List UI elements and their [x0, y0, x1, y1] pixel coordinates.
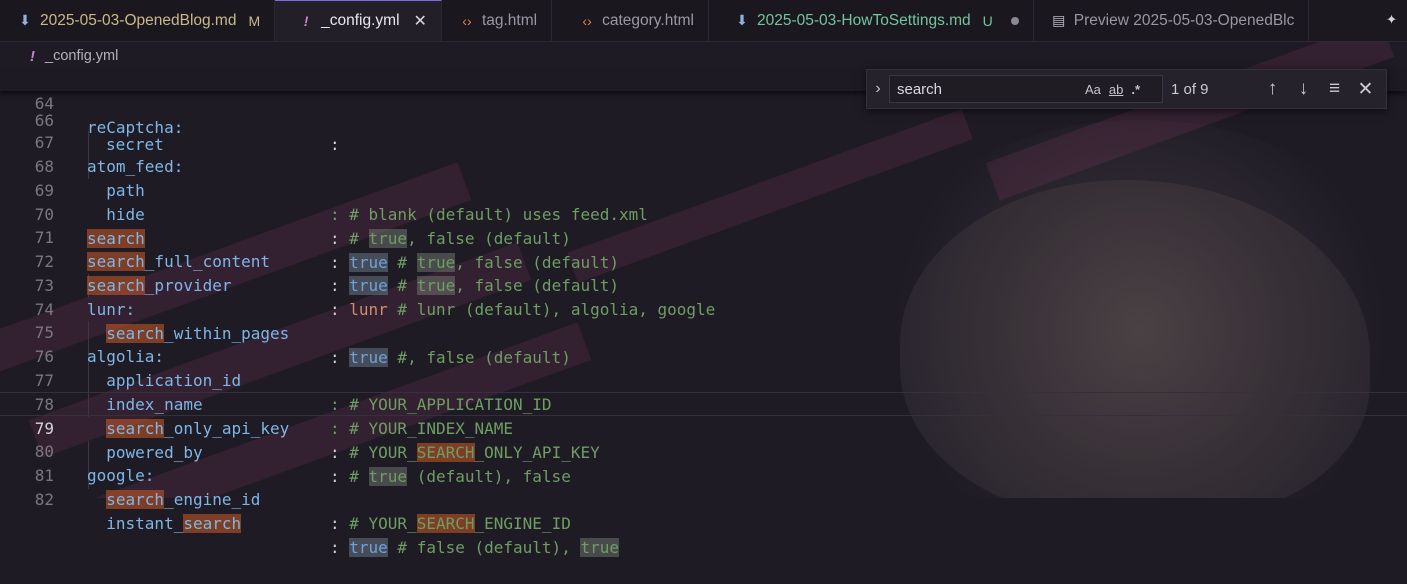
code-line-79[interactable]: 79 powered_by : # true (default), false — [0, 392, 1407, 486]
tab-preview[interactable]: ▤ Preview 2025-05-03-OpenedBlc — [1033, 0, 1310, 41]
tab-category-html[interactable]: ‹› category.html — [552, 0, 709, 41]
whole-word-toggle[interactable]: ab — [1109, 82, 1123, 97]
find-in-selection-icon[interactable]: ≡ — [1319, 78, 1350, 100]
code-line-70[interactable]: 70 search : true # true, false (default) — [0, 179, 1407, 272]
code-line-72[interactable]: 72 search_provider : lunr # lunr (defaul… — [0, 226, 1407, 319]
code-line-74[interactable]: 74 search_within_pages : true #, false (… — [0, 274, 1407, 367]
editor-tab-bar: ⬇ 2025-05-03-OpenedBlog.md M ! _config.y… — [0, 0, 1407, 42]
breadcrumb-file[interactable]: _config.yml — [45, 48, 118, 64]
untracked-badge: U — [982, 12, 993, 29]
close-icon[interactable]: ✕ — [414, 11, 427, 31]
preview-icon: ▤ — [1052, 12, 1066, 28]
line-number: 64 — [34, 94, 54, 113]
chevron-right-icon[interactable]: › — [867, 80, 889, 98]
tab-label: category.html — [602, 11, 694, 29]
tab-tag-html[interactable]: ‹› tag.html — [441, 0, 553, 41]
code-line-71[interactable]: 71 search_full_content : true # true, fa… — [0, 202, 1407, 295]
find-input[interactable] — [897, 80, 1077, 98]
find-widget: › Aa ab .* 1 of 9 ↑ ↓ ≡ ✕ — [866, 69, 1387, 109]
code-line-73[interactable]: 73 lunr: — [0, 250, 1407, 319]
regex-toggle[interactable]: .* — [1131, 82, 1140, 97]
html-icon: ‹› — [582, 12, 592, 29]
tab-opened-blog-md[interactable]: ⬇ 2025-05-03-OpenedBlog.md M — [0, 0, 276, 41]
arrow-up-icon[interactable]: ↑ — [1257, 78, 1288, 100]
breadcrumb: ! _config.yml — [0, 41, 1407, 71]
code-line-78[interactable]: 78 search_only_api_key : # YOUR_SEARCH_O… — [0, 369, 1407, 462]
tab-label: tag.html — [481, 11, 538, 29]
code-line-77[interactable]: 77 index_name : # YOUR_INDEX_NAME — [0, 345, 1407, 438]
code-line-75[interactable]: 75 algolia: — [0, 297, 1407, 366]
tab-label: 2025-05-03-OpenedBlog.md — [40, 11, 237, 29]
code-line-69[interactable]: 69 hide : # true, false (default) — [0, 155, 1407, 248]
html-icon: ‹› — [462, 12, 472, 29]
tab-config-yml[interactable]: ! _config.yml ✕ — [275, 0, 442, 41]
code-line-67[interactable]: 67 atom_feed: — [0, 107, 1407, 176]
code-line-68[interactable]: 68 path : # blank (default) uses feed.xm… — [0, 131, 1407, 224]
modified-badge: M — [248, 12, 261, 29]
close-icon[interactable]: ✕ — [1350, 78, 1381, 101]
arrow-down-icon[interactable]: ↓ — [1288, 78, 1319, 100]
markdown-download-icon: ⬇ — [736, 12, 748, 28]
code-line-80[interactable]: 80 google: — [0, 416, 1407, 485]
code-line-82[interactable]: 82 instant_search : true # false (defaul… — [0, 464, 1407, 557]
code-editor[interactable]: 64 reCaptcha: 66 secret: 67 atom_feed: 6… — [0, 71, 1407, 557]
yaml-icon: ! — [303, 13, 309, 29]
code-line: reCaptcha: — [87, 118, 184, 137]
yaml-icon: ! — [30, 47, 35, 65]
code-line-81[interactable]: 81 search_engine_id : # YOUR_SEARCH_ENGI… — [0, 440, 1407, 533]
markdown-download-icon: ⬇ — [19, 12, 31, 28]
code-line-76[interactable]: 76 application_id : # YOUR_APPLICATION_I… — [0, 321, 1407, 414]
tab-how-to-settings-md[interactable]: ⬇ 2025-05-03-HowToSettings.md U — [708, 0, 1034, 41]
tab-label: Preview 2025-05-03-OpenedBlc — [1073, 11, 1295, 29]
unsaved-dot-icon — [1010, 16, 1019, 25]
tab-label: 2025-05-03-HowToSettings.md — [756, 11, 971, 29]
tab-label: _config.yml — [321, 12, 400, 29]
match-count: 1 of 9 — [1171, 80, 1209, 98]
sparkle-icon[interactable]: ✦ — [1386, 8, 1397, 29]
match-case-toggle[interactable]: Aa — [1085, 82, 1101, 97]
find-input-container: Aa ab .* — [889, 75, 1163, 103]
